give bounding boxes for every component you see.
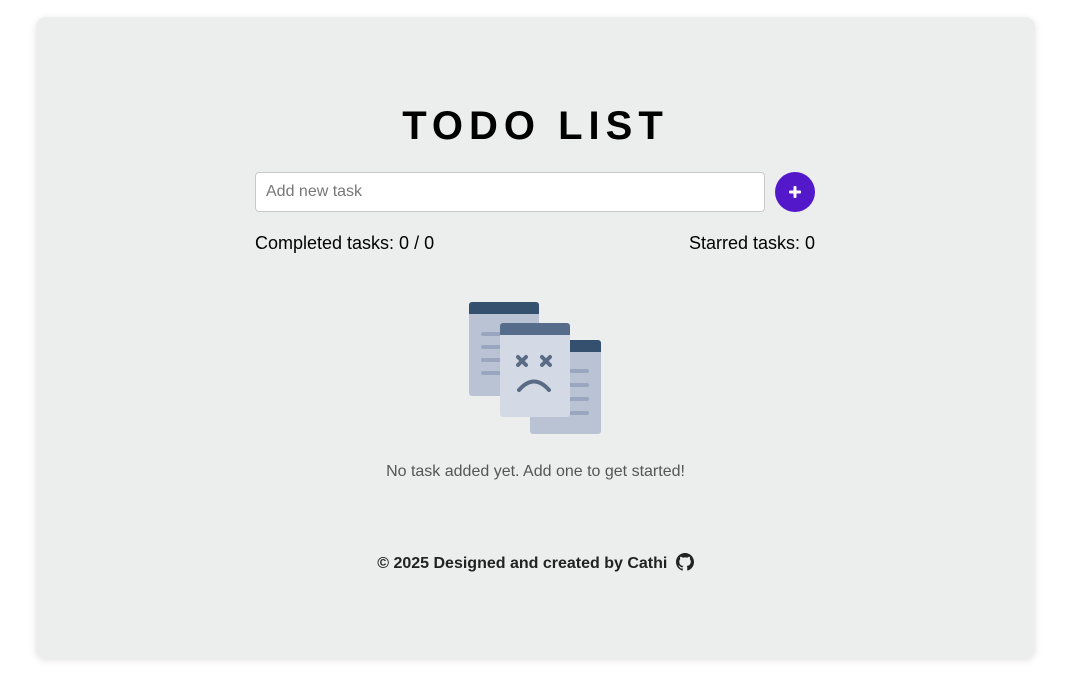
- new-task-input[interactable]: [255, 172, 765, 212]
- plus-icon: [789, 186, 801, 198]
- completed-tasks-counter: Completed tasks: 0 / 0: [255, 233, 435, 253]
- starred-tasks-counter: Starred tasks: 0: [688, 233, 815, 253]
- github-icon: [675, 553, 694, 571]
- footer: © 2025 Designed and created by Cathi: [36, 553, 1035, 577]
- todo-card: TODO LIST Completed tasks: 0 / 0 Starred…: [36, 17, 1035, 658]
- page-title: TODO LIST: [402, 104, 669, 148]
- empty-state-message: No task added yet. Add one to get starte…: [386, 463, 685, 480]
- empty-tasks-illustration: [469, 302, 601, 434]
- add-task-button[interactable]: [775, 172, 815, 212]
- footer-credit: © 2025 Designed and created by Cathi: [377, 555, 668, 572]
- github-link[interactable]: [675, 553, 694, 577]
